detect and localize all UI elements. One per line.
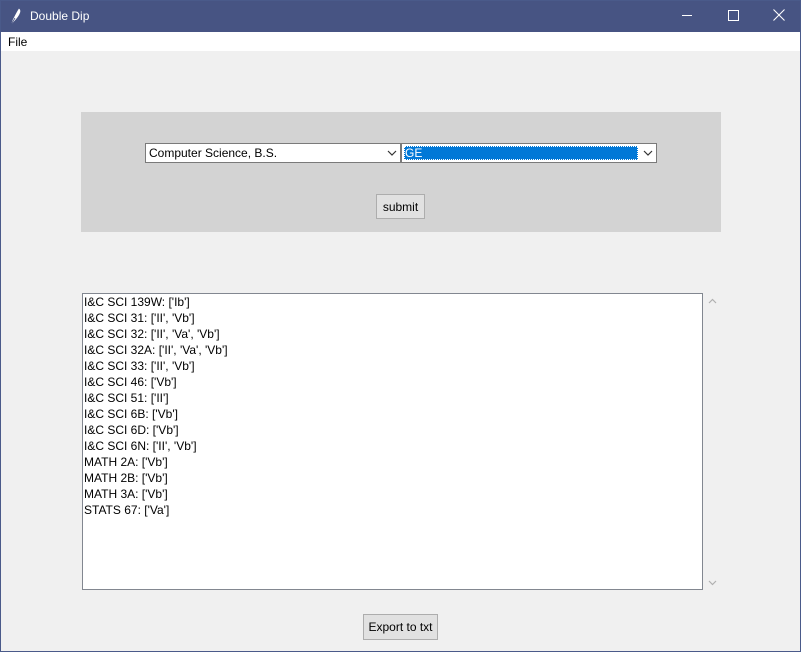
close-icon	[773, 9, 785, 24]
title-bar[interactable]: Double Dip	[1, 1, 800, 32]
results-scrollbar[interactable]	[704, 293, 721, 590]
results-list[interactable]: I&C SCI 139W: ['Ib'] I&C SCI 31: ['II', '…	[82, 293, 703, 590]
feather-icon	[9, 8, 23, 24]
list-item[interactable]: MATH 2A: ['Vb']	[84, 454, 168, 470]
export-button[interactable]: Export to txt	[363, 614, 438, 640]
minimize-icon	[681, 10, 693, 24]
menu-file[interactable]: File	[8, 35, 27, 49]
list-item[interactable]: I&C SCI 6D: ['Vb']	[84, 422, 179, 438]
major-select[interactable]: Computer Science, B.S.	[145, 143, 401, 163]
chevron-up-icon[interactable]	[704, 294, 721, 308]
maximize-icon	[727, 9, 739, 24]
category-select[interactable]: GE	[401, 143, 657, 163]
maximize-button[interactable]	[710, 1, 756, 32]
list-item[interactable]: MATH 2B: ['Vb']	[84, 470, 168, 486]
list-item[interactable]: STATS 67: ['Va']	[84, 502, 169, 518]
chevron-down-icon[interactable]	[386, 147, 398, 159]
submit-button[interactable]: submit	[376, 194, 425, 219]
list-item[interactable]: I&C SCI 6N: ['II', 'Vb']	[84, 438, 197, 454]
close-button[interactable]	[756, 1, 801, 32]
minimize-button[interactable]	[664, 1, 710, 32]
list-item[interactable]: I&C SCI 139W: ['Ib']	[84, 294, 190, 310]
chevron-down-icon[interactable]	[704, 576, 721, 590]
list-item[interactable]: I&C SCI 51: ['II']	[84, 390, 169, 406]
chevron-down-icon[interactable]	[642, 147, 654, 159]
list-item[interactable]: I&C SCI 32: ['II', 'Va', 'Vb']	[84, 326, 220, 342]
list-item[interactable]: MATH 3A: ['Vb']	[84, 486, 168, 502]
list-item[interactable]: I&C SCI 31: ['II', 'Vb']	[84, 310, 195, 326]
list-item[interactable]: I&C SCI 32A: ['II', 'Va', 'Vb']	[84, 342, 228, 358]
category-select-value: GE	[404, 146, 638, 160]
list-item[interactable]: I&C SCI 6B: ['Vb']	[84, 406, 178, 422]
list-item[interactable]: I&C SCI 33: ['II', 'Vb']	[84, 358, 195, 374]
menu-bar: File	[1, 32, 800, 51]
major-select-value: Computer Science, B.S.	[149, 146, 278, 160]
window-title: Double Dip	[30, 9, 90, 23]
list-item[interactable]: I&C SCI 46: ['Vb']	[84, 374, 177, 390]
app-window: Double Dip File Computer Science, B.S. G…	[0, 0, 801, 652]
